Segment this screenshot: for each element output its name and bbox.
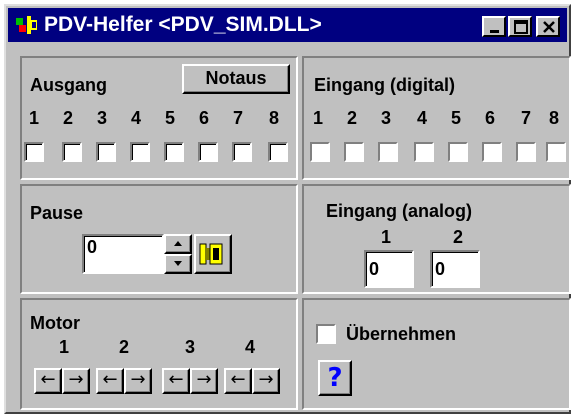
ausgang-number: 7 bbox=[232, 108, 243, 128]
maximize-icon bbox=[514, 20, 528, 34]
notaus-button[interactable]: Notaus bbox=[182, 64, 290, 94]
ausgang-label: Ausgang bbox=[30, 75, 108, 95]
ausgang-checkbox[interactable] bbox=[232, 142, 252, 162]
motor-2-left-button[interactable]: ← bbox=[96, 368, 124, 394]
spin-up-icon bbox=[174, 241, 182, 246]
execute-icon bbox=[199, 243, 223, 265]
eingang-analog-channel-number: 1 bbox=[380, 227, 391, 247]
eingang-digital-number: 1 bbox=[312, 108, 323, 128]
eingang-digital-checkbox[interactable] bbox=[516, 142, 536, 162]
ausgang-checkbox[interactable] bbox=[268, 142, 288, 162]
motor-2-right-button[interactable]: → bbox=[124, 368, 152, 394]
eingang-digital-checkbox[interactable] bbox=[414, 142, 434, 162]
close-icon bbox=[543, 21, 555, 33]
ausgang-number: 4 bbox=[130, 108, 141, 128]
minimize-icon bbox=[490, 30, 499, 33]
eingang-digital-number: 7 bbox=[520, 108, 531, 128]
eingang-digital-number: 6 bbox=[484, 108, 495, 128]
ausgang-checkbox[interactable] bbox=[96, 142, 116, 162]
eingang-analog-channel-number: 2 bbox=[452, 227, 463, 247]
ausgang-number: 8 bbox=[268, 108, 279, 128]
eingang-digital-checkbox[interactable] bbox=[378, 142, 398, 162]
ausgang-number: 1 bbox=[28, 108, 39, 128]
ausgang-checkbox[interactable] bbox=[164, 142, 184, 162]
ausgang-checkbox[interactable] bbox=[198, 142, 218, 162]
help-button[interactable]: ? bbox=[318, 360, 352, 396]
pause-spin-up-button[interactable] bbox=[164, 234, 192, 254]
eingang-analog-label: Eingang (analog) bbox=[326, 201, 472, 221]
eingang-analog-field[interactable]: 0 bbox=[364, 250, 414, 288]
question-mark-icon: ? bbox=[327, 363, 343, 393]
ausgang-number: 2 bbox=[62, 108, 73, 128]
motor-label: Motor bbox=[30, 313, 80, 333]
ausgang-checkbox[interactable] bbox=[24, 142, 44, 162]
spin-down-icon bbox=[174, 261, 182, 266]
motor-number: 3 bbox=[184, 337, 195, 357]
eingang-digital-checkbox[interactable] bbox=[546, 142, 566, 162]
eingang-analog-field[interactable]: 0 bbox=[430, 250, 480, 288]
eingang-digital-number: 8 bbox=[548, 108, 559, 128]
motor-3-right-button[interactable]: → bbox=[190, 368, 218, 394]
motor-4-right-button[interactable]: → bbox=[252, 368, 280, 394]
minimize-button[interactable] bbox=[482, 16, 506, 37]
eingang-digital-number: 5 bbox=[450, 108, 461, 128]
motor-4-left-button[interactable]: ← bbox=[224, 368, 252, 394]
motor-number: 2 bbox=[118, 337, 129, 357]
uebernehmen-label[interactable]: Übernehmen bbox=[346, 323, 456, 345]
uebernehmen-checkbox[interactable] bbox=[316, 324, 336, 344]
eingang-digital-checkbox[interactable] bbox=[344, 142, 364, 162]
eingang-digital-number: 4 bbox=[416, 108, 427, 128]
window-title: PDV-Helfer <PDV_SIM.DLL> bbox=[44, 13, 322, 36]
app-icon[interactable] bbox=[16, 16, 38, 34]
ausgang-number: 5 bbox=[164, 108, 175, 128]
eingang-digital-checkbox[interactable] bbox=[310, 142, 330, 162]
motor-1-right-button[interactable]: → bbox=[62, 368, 90, 394]
eingang-digital-checkbox[interactable] bbox=[482, 142, 502, 162]
close-button[interactable] bbox=[536, 16, 560, 37]
maximize-button[interactable] bbox=[508, 16, 532, 37]
eingang-digital-label: Eingang (digital) bbox=[314, 75, 455, 95]
ausgang-number: 3 bbox=[96, 108, 107, 128]
ausgang-checkbox[interactable] bbox=[62, 142, 82, 162]
ausgang-checkbox[interactable] bbox=[130, 142, 150, 162]
ausgang-number: 6 bbox=[198, 108, 209, 128]
eingang-digital-number: 2 bbox=[346, 108, 357, 128]
pause-label: Pause bbox=[30, 203, 84, 223]
pause-execute-button[interactable] bbox=[194, 234, 232, 274]
title-bar[interactable]: PDV-Helfer <PDV_SIM.DLL> bbox=[8, 8, 567, 42]
motor-number: 1 bbox=[58, 337, 69, 357]
motor-number: 4 bbox=[244, 337, 255, 357]
motor-3-left-button[interactable]: ← bbox=[162, 368, 190, 394]
pause-input[interactable]: 0 bbox=[82, 234, 164, 274]
eingang-digital-checkbox[interactable] bbox=[448, 142, 468, 162]
pause-spin-down-button[interactable] bbox=[164, 254, 192, 274]
motor-1-left-button[interactable]: ← bbox=[34, 368, 62, 394]
eingang-digital-number: 3 bbox=[380, 108, 391, 128]
